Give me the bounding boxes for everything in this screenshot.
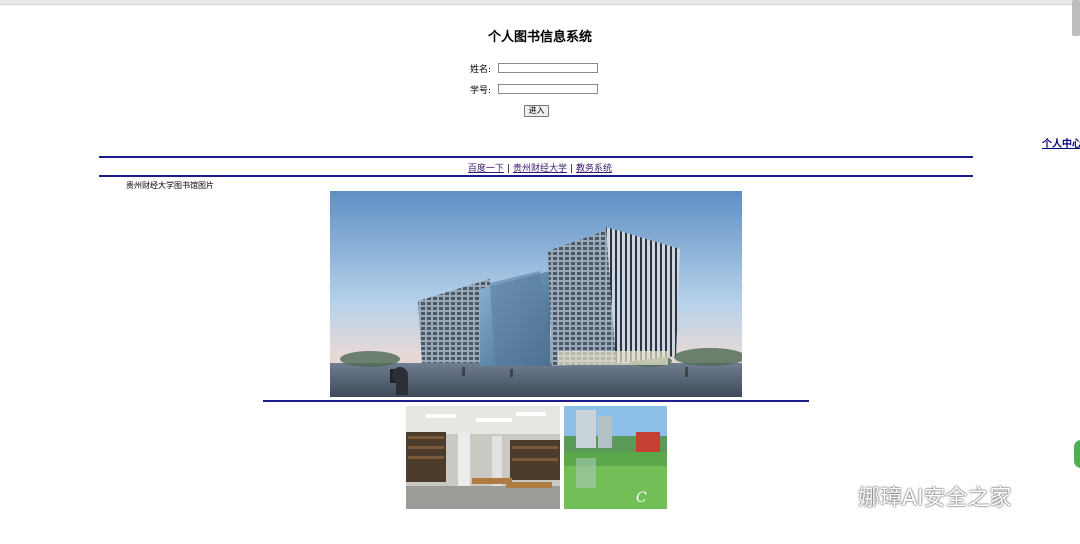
nav-link-gufe[interactable]: 贵州财经大学 bbox=[513, 164, 567, 174]
nav-separator: | bbox=[570, 164, 574, 174]
wechat-icon bbox=[812, 481, 852, 511]
page-title: 个人图书信息系统 bbox=[487, 30, 592, 45]
divider-bottom bbox=[263, 400, 809, 402]
library-interior-image bbox=[406, 406, 560, 509]
nav-separator: | bbox=[506, 164, 510, 174]
side-floating-button[interactable] bbox=[1074, 440, 1080, 468]
name-input[interactable] bbox=[498, 63, 598, 73]
browser-top-edge bbox=[0, 0, 1080, 5]
enter-button[interactable]: 进入 bbox=[524, 105, 549, 117]
library-image-caption: 贵州财经大学图书馆图片 bbox=[126, 181, 214, 190]
name-row: 姓名: bbox=[470, 62, 598, 75]
nav-link-baidu[interactable]: 百度一下 bbox=[468, 164, 504, 174]
name-label: 姓名: bbox=[470, 64, 492, 75]
nav-link-academic-system[interactable]: 教务系统 bbox=[576, 164, 612, 174]
library-building-image bbox=[330, 191, 742, 397]
campus-lake-image: C bbox=[564, 406, 667, 509]
student-id-row: 学号: bbox=[470, 83, 598, 96]
nav-links: 百度一下 | 贵州财经大学 | 教务系统 bbox=[0, 161, 1080, 174]
watermark-text: 娜璋AI安全之家 bbox=[858, 486, 1012, 511]
divider-top bbox=[99, 156, 973, 158]
student-id-input[interactable] bbox=[498, 84, 598, 94]
personal-center-link[interactable]: 个人中心 bbox=[1042, 135, 1080, 150]
student-id-label: 学号: bbox=[470, 85, 492, 96]
wechat-watermark: 娜璋AI安全之家 bbox=[812, 480, 1012, 512]
svg-text:C: C bbox=[636, 490, 647, 506]
divider-middle bbox=[99, 175, 973, 177]
